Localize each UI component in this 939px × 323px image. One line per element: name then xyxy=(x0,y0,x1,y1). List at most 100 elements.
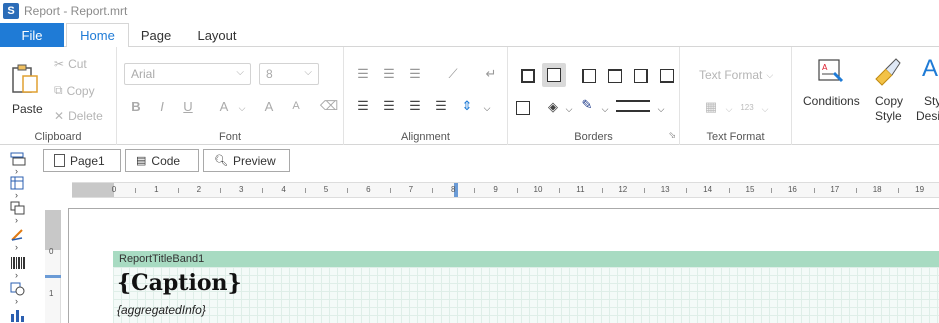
right-border-icon[interactable] xyxy=(634,69,648,83)
clear-format-icon[interactable]: ⌫ xyxy=(320,97,338,115)
delete-icon: ✕ xyxy=(54,109,65,123)
paste-button[interactable]: Paste xyxy=(6,63,46,119)
word-wrap-icon[interactable]: ↵ xyxy=(482,65,500,83)
chevron-down-icon: ⌵ xyxy=(236,67,244,78)
line-spacing-icon[interactable]: ⇕ xyxy=(458,97,476,115)
bottom-border-icon[interactable] xyxy=(660,69,674,83)
text-format-group: Text Format ⌵ ▦ ⌵ 123 ⌵ Text Format xyxy=(680,47,792,145)
ruler-tick xyxy=(559,188,561,193)
align-top-left-icon[interactable]: ☰ xyxy=(354,65,372,83)
top-border-icon[interactable] xyxy=(608,69,622,83)
caption-text-component[interactable]: {Caption} xyxy=(117,270,242,296)
all-borders-icon[interactable] xyxy=(521,69,535,83)
align-right-icon[interactable]: ☰ xyxy=(406,97,424,115)
align-justify-icon[interactable]: ☰ xyxy=(432,97,450,115)
tab-code[interactable]: ▤ Code xyxy=(125,149,199,172)
delete-button[interactable]: ✕ Delete xyxy=(54,109,103,123)
tab-preview[interactable]: 🔍︎ Preview xyxy=(203,149,290,172)
chevron-right-icon: › xyxy=(15,166,18,176)
conditions-button[interactable]: A Conditions xyxy=(800,57,864,127)
chevron-down-icon: ⌵ xyxy=(238,102,246,113)
ruler-tick xyxy=(728,188,730,193)
format-icon[interactable]: ▦ xyxy=(702,98,720,116)
text-format-group-label: Text Format xyxy=(706,131,765,143)
ruler-label: 19 xyxy=(915,185,925,194)
ruler-label: 5 xyxy=(323,185,329,194)
font-group: Arial ⌵ 8 ⌵ B I U A ⌵ A A ⌫ Font xyxy=(117,47,344,145)
style-designer-button[interactable]: A Sty Desi xyxy=(916,57,939,127)
ruler-tick xyxy=(262,188,264,193)
font-family-select[interactable]: Arial ⌵ xyxy=(124,63,251,85)
ruler-tick xyxy=(432,188,433,193)
ribbon-tab-bar: File Home Page Layout xyxy=(0,22,939,48)
style-designer-icon: A xyxy=(922,57,939,82)
border-color-icon[interactable]: ✎ xyxy=(578,96,596,114)
barcode-tool-icon[interactable] xyxy=(10,256,26,270)
no-border-icon[interactable] xyxy=(547,68,561,82)
chevron-right-icon: › xyxy=(15,296,18,306)
borders-group-label: Borders xyxy=(574,131,613,143)
copy-button[interactable]: ⧉ Copy xyxy=(54,83,95,98)
shapes-tool-icon[interactable] xyxy=(10,228,26,242)
text-rotation-icon[interactable]: ⟋ xyxy=(444,65,462,83)
conditions-icon: A xyxy=(818,59,844,83)
ruler-label: 9 xyxy=(493,185,498,194)
cut-label: Cut xyxy=(68,57,87,71)
bold-button[interactable]: B xyxy=(127,97,145,115)
aggregated-info-text-component[interactable]: {aggregatedInfo} xyxy=(117,303,206,317)
delete-label: Delete xyxy=(68,109,103,123)
font-size-select[interactable]: 8 ⌵ xyxy=(259,63,319,85)
font-color-button[interactable]: A xyxy=(215,97,233,115)
chevron-down-icon: ⌵ xyxy=(761,103,769,114)
ruler-label: 12 xyxy=(618,185,628,194)
chevron-down-icon: ⌵ xyxy=(601,103,609,114)
copy-style-button[interactable]: Copy Style xyxy=(868,57,908,127)
border-settings-icon[interactable] xyxy=(516,101,530,115)
text-format-select[interactable]: Text Format ⌵ xyxy=(699,68,773,82)
border-style-button[interactable] xyxy=(616,100,650,112)
align-top-center-icon[interactable]: ☰ xyxy=(380,65,398,83)
ruler-label: 18 xyxy=(872,185,882,194)
align-left-icon[interactable]: ☰ xyxy=(354,97,372,115)
tab-page[interactable]: Page xyxy=(134,23,178,48)
align-center-icon[interactable]: ☰ xyxy=(380,97,398,115)
chevron-down-icon: ⌵ xyxy=(657,103,665,114)
style-designer-label-line1: Sty xyxy=(924,94,939,108)
number-format-icon[interactable]: 123 xyxy=(738,98,756,116)
report-title-band-header[interactable]: ReportTitleBand1 xyxy=(113,251,939,267)
align-top-right-icon[interactable]: ☰ xyxy=(406,65,424,83)
underline-button[interactable]: U xyxy=(179,97,197,115)
ruler-tick xyxy=(601,188,603,193)
tab-layout[interactable]: Layout xyxy=(192,23,242,48)
components-tool-icon[interactable] xyxy=(10,201,26,215)
shrink-font-button[interactable]: A xyxy=(287,97,305,115)
ruler-tick xyxy=(220,188,221,193)
cut-button[interactable]: ✂ Cut xyxy=(54,57,87,71)
copy-icon: ⧉ xyxy=(54,83,63,97)
copy-style-label-line1: Copy xyxy=(875,94,904,108)
dialog-launcher-icon[interactable]: ⬂ xyxy=(668,130,676,141)
ruler-label: 0 xyxy=(111,185,117,194)
left-border-icon[interactable] xyxy=(582,69,596,83)
tab-file[interactable]: File xyxy=(0,23,64,47)
tab-home[interactable]: Home xyxy=(66,23,129,48)
tab-page1[interactable]: Page1 xyxy=(43,149,121,172)
conditions-label: Conditions xyxy=(803,94,860,108)
bands-tool-icon[interactable] xyxy=(10,152,26,166)
ruler-label: 1 xyxy=(154,185,159,194)
clipboard-group: Paste ✂ Cut ⧉ Copy ✕ Delete Clipboard xyxy=(0,47,117,145)
tab-page1-label: Page1 xyxy=(70,153,105,168)
ruler-label: 10 xyxy=(533,185,543,194)
chevron-down-icon: ⌵ xyxy=(304,67,312,78)
chart-tool-icon[interactable] xyxy=(10,308,26,322)
paste-icon xyxy=(12,64,38,93)
horizontal-ruler: 0 1 2 3 4 5 6 7 8 9 10 11 12 13 14 15 16 17 18 19 xyxy=(72,182,939,198)
cross-bands-tool-icon[interactable] xyxy=(10,176,26,190)
tab-code-label: Code xyxy=(151,153,181,168)
ruler-tick xyxy=(474,188,476,193)
italic-button[interactable]: I xyxy=(153,97,171,115)
grow-font-button[interactable]: A xyxy=(260,97,278,115)
ruler-label: 4 xyxy=(281,185,286,194)
copy-style-label-line2: Style xyxy=(875,109,902,123)
shapes-circle-tool-icon[interactable] xyxy=(10,282,26,296)
